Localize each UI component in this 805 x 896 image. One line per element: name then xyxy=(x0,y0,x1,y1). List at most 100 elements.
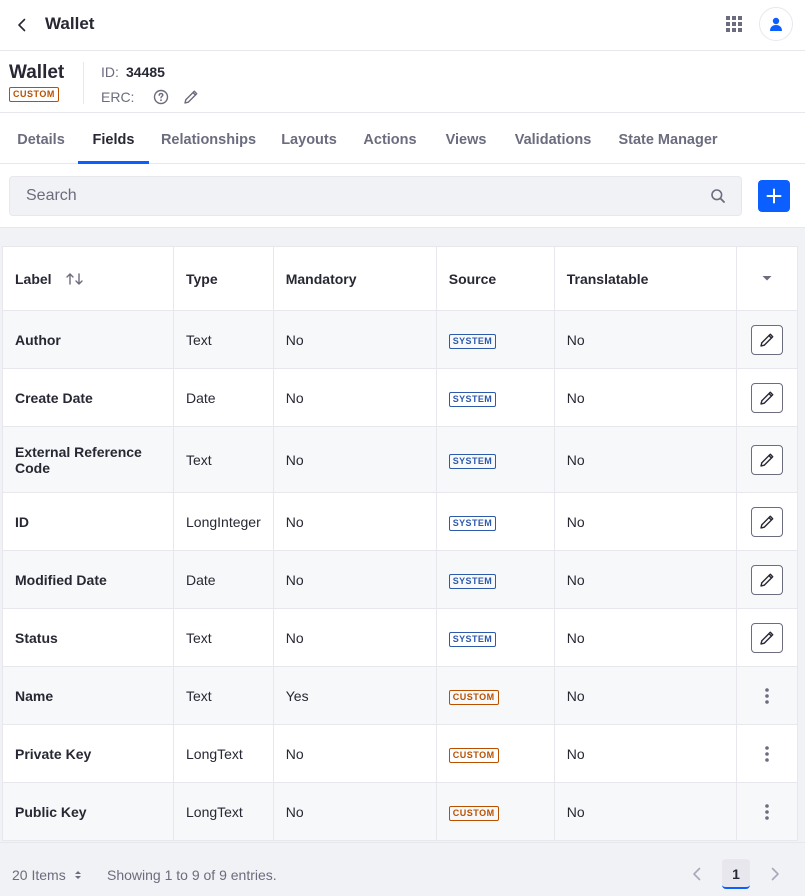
cell-translatable: No xyxy=(553,368,737,427)
cell-label: Create Date xyxy=(2,368,174,427)
cell-type: LongText xyxy=(173,724,274,783)
pencil-icon xyxy=(760,631,774,645)
items-per-page-label: 20 Items xyxy=(12,867,66,883)
chevron-left-icon[interactable] xyxy=(688,865,706,883)
cell-translatable: No xyxy=(553,782,737,841)
cell-type: Text xyxy=(173,608,274,667)
pencil-icon[interactable] xyxy=(182,88,200,106)
pencil-icon xyxy=(760,391,774,405)
system-badge: SYSTEM xyxy=(448,515,497,531)
ellipsis-v-icon xyxy=(765,803,769,820)
custom-badge: CUSTOM xyxy=(448,689,499,705)
cell-action xyxy=(735,608,799,667)
items-per-page-select[interactable]: 20 Items xyxy=(12,867,83,883)
user-avatar-button[interactable] xyxy=(759,7,793,41)
cell-mandatory: No xyxy=(272,782,437,841)
search-icon[interactable] xyxy=(710,188,726,204)
edit-button[interactable] xyxy=(750,506,783,537)
sort-icon[interactable] xyxy=(65,272,85,286)
caret-down-icon xyxy=(762,275,772,280)
add-field-button[interactable] xyxy=(758,180,790,212)
cell-action xyxy=(735,426,799,493)
cell-label: Modified Date xyxy=(2,550,174,609)
edit-button[interactable] xyxy=(750,382,783,413)
cell-source: SYSTEM xyxy=(435,368,555,427)
tab-actions[interactable]: Actions xyxy=(352,113,428,164)
column-header-actions[interactable] xyxy=(735,246,799,311)
cell-mandatory: No xyxy=(272,608,437,667)
cell-action xyxy=(735,492,799,551)
edit-button[interactable] xyxy=(750,564,783,595)
cell-action xyxy=(735,666,799,725)
column-header-label-text: Label xyxy=(15,270,52,287)
table-header-row: Label Type Mandatory Source Translatable xyxy=(2,246,799,311)
actions-menu-button[interactable] xyxy=(755,800,779,824)
ellipsis-v-icon xyxy=(765,745,769,762)
pagination-results: Showing 1 to 9 of 9 entries. xyxy=(107,867,277,883)
object-name: Wallet xyxy=(9,62,65,83)
custom-badge: CUSTOM xyxy=(448,747,499,763)
table-row: Modified Date Date No SYSTEM No xyxy=(2,550,799,609)
tab-fields[interactable]: Fields xyxy=(78,113,149,164)
cell-type: Date xyxy=(173,368,274,427)
erc-label: ERC: xyxy=(101,89,135,105)
pagination-bar: 20 Items Showing 1 to 9 of 9 entries. 1 xyxy=(0,842,805,896)
cell-type: Text xyxy=(173,310,274,369)
cell-type: LongText xyxy=(173,782,274,841)
plus-icon xyxy=(766,188,782,204)
tab-layouts[interactable]: Layouts xyxy=(272,113,346,164)
cell-mandatory: No xyxy=(272,368,437,427)
system-badge: SYSTEM xyxy=(448,333,497,349)
cell-translatable: No xyxy=(553,550,737,609)
tab-details[interactable]: Details xyxy=(5,113,77,164)
cell-source: CUSTOM xyxy=(435,782,555,841)
object-header: Wallet CUSTOM ID: 34485 ERC: xyxy=(0,52,805,112)
pencil-icon xyxy=(760,333,774,347)
cell-type: Text xyxy=(173,426,274,493)
column-header-label[interactable]: Label xyxy=(2,246,174,311)
back-button[interactable] xyxy=(10,13,34,37)
help-icon[interactable] xyxy=(153,89,169,105)
system-badge: SYSTEM xyxy=(448,573,497,589)
column-header-source: Source xyxy=(435,246,555,311)
edit-button[interactable] xyxy=(750,324,783,355)
page-button-current[interactable]: 1 xyxy=(722,859,750,889)
tab-bar: Details Fields Relationships Layouts Act… xyxy=(0,112,805,164)
actions-menu-button[interactable] xyxy=(755,742,779,766)
cell-translatable: No xyxy=(553,608,737,667)
cell-label: ID xyxy=(2,492,174,551)
system-badge: SYSTEM xyxy=(448,453,497,469)
apps-button[interactable] xyxy=(724,14,744,34)
cell-type: Date xyxy=(173,550,274,609)
id-label: ID: xyxy=(101,64,119,80)
cell-source: CUSTOM xyxy=(435,724,555,783)
search-input[interactable] xyxy=(10,177,700,215)
caret-double-icon xyxy=(74,871,81,879)
tab-validations[interactable]: Validations xyxy=(504,113,602,164)
object-custom-badge: CUSTOM xyxy=(9,87,59,102)
tab-relationships[interactable]: Relationships xyxy=(151,113,266,164)
tab-state-manager[interactable]: State Manager xyxy=(608,113,728,164)
cell-label: Status xyxy=(2,608,174,667)
table-row: Public Key LongText No CUSTOM No xyxy=(2,782,799,841)
edit-button[interactable] xyxy=(750,444,783,475)
cell-translatable: No xyxy=(553,666,737,725)
edit-button[interactable] xyxy=(750,622,783,653)
chevron-right-icon[interactable] xyxy=(766,865,784,883)
cell-action xyxy=(735,724,799,783)
cell-source: SYSTEM xyxy=(435,310,555,369)
cell-mandatory: No xyxy=(272,724,437,783)
actions-menu-button[interactable] xyxy=(755,684,779,708)
cell-mandatory: No xyxy=(272,492,437,551)
cell-label: Name xyxy=(2,666,174,725)
cell-translatable: No xyxy=(553,724,737,783)
pencil-icon xyxy=(760,453,774,467)
cell-label: Author xyxy=(2,310,174,369)
top-bar: Wallet xyxy=(0,0,805,51)
ellipsis-v-icon xyxy=(765,687,769,704)
chevron-left-icon xyxy=(18,18,26,32)
pencil-icon xyxy=(760,515,774,529)
cell-action xyxy=(735,550,799,609)
cell-type: Text xyxy=(173,666,274,725)
tab-views[interactable]: Views xyxy=(434,113,498,164)
